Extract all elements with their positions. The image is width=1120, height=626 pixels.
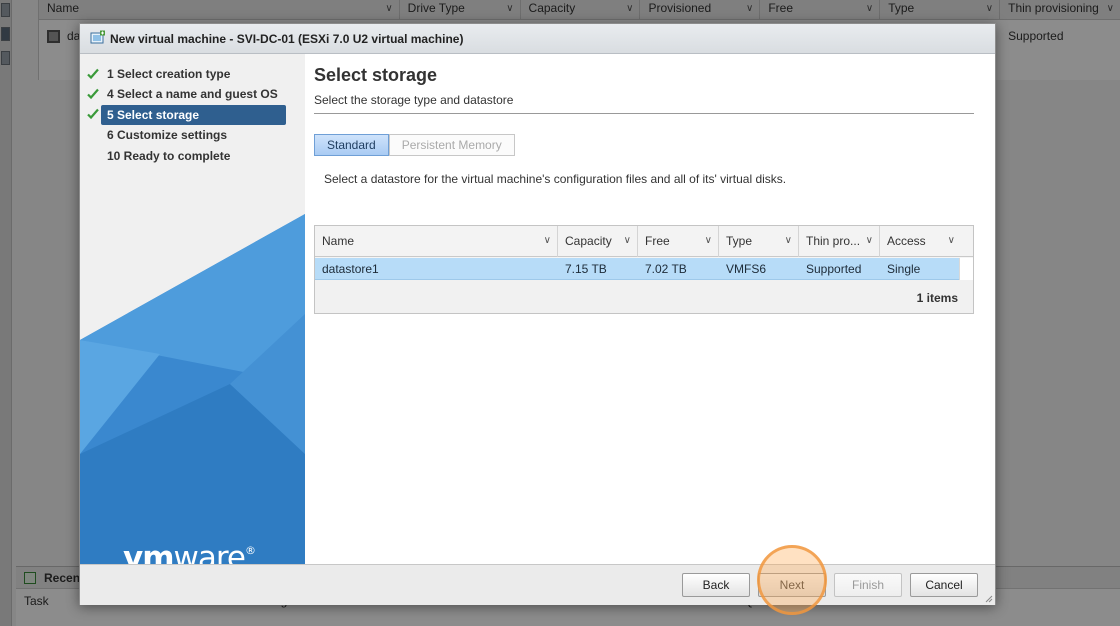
tab-persistent-memory[interactable]: Persistent Memory (388, 134, 515, 156)
chevron-down-icon: ∨ (623, 235, 631, 246)
check-icon (87, 88, 99, 100)
dialog-title-bar[interactable]: New virtual machine - SVI-DC-01 (ESXi 7.… (80, 24, 995, 54)
table-scrollbar-gutter (959, 258, 973, 280)
datastore-access-cell: Single (887, 262, 921, 276)
datastore-free-cell: 7.02 TB (645, 262, 687, 276)
wizard-step-select-creation-type[interactable]: 1 Select creation type (101, 64, 286, 84)
datastore-table-header: Name ∨ Capacity ∨ Free ∨ Type ∨ Thin pro... ∨… (315, 226, 973, 257)
table-row[interactable]: datastore1 7.15 TB 7.02 TB VMFS6 Support… (315, 258, 959, 280)
column-header-thin-provisioning[interactable]: Thin pro... ∨ (799, 226, 880, 257)
finish-button[interactable]: Finish (834, 573, 902, 597)
back-button[interactable]: Back (682, 573, 750, 597)
wizard-step-ready-to-complete[interactable]: 10 Ready to complete (101, 146, 286, 166)
wizard-step-select-storage[interactable]: 5 Select storage (101, 105, 286, 125)
datastore-table: Name ∨ Capacity ∨ Free ∨ Type ∨ Thin pro... ∨… (314, 225, 974, 314)
wizard-step-customize-settings[interactable]: 6 Customize settings (101, 125, 286, 145)
resize-grip-icon[interactable] (985, 595, 993, 603)
dialog-footer: Back Next Finish Cancel (80, 564, 995, 605)
cancel-button[interactable]: Cancel (910, 573, 978, 597)
item-count: 1 items (916, 291, 958, 305)
datastore-capacity-cell: 7.15 TB (565, 262, 607, 276)
column-header-capacity[interactable]: Capacity ∨ (558, 226, 638, 257)
datastore-name-cell: datastore1 (322, 262, 379, 276)
datastore-table-footer: 1 items (315, 280, 973, 313)
wizard-steps-sidebar: 1 Select creation type 4 Select a name a… (80, 54, 305, 564)
chevron-down-icon: ∨ (543, 235, 551, 246)
datastore-help-text: Select a datastore for the virtual machi… (324, 172, 787, 186)
wizard-content: Select storage Select the storage type a… (305, 54, 995, 564)
column-header-access[interactable]: Access ∨ (880, 226, 973, 257)
datastore-type-cell: VMFS6 (726, 262, 767, 276)
storage-type-tabs: Standard Persistent Memory (314, 134, 515, 156)
wizard-step-select-name-guest-os[interactable]: 4 Select a name and guest OS (101, 84, 286, 104)
column-header-free[interactable]: Free ∨ (638, 226, 719, 257)
chevron-down-icon: ∨ (784, 235, 792, 246)
page-subtitle: Select the storage type and datastore (314, 93, 514, 107)
new-vm-wizard-dialog: New virtual machine - SVI-DC-01 (ESXi 7.… (79, 23, 996, 605)
click-highlight-marker (757, 545, 827, 615)
dialog-title: New virtual machine - SVI-DC-01 (ESXi 7.… (110, 32, 464, 46)
column-header-name[interactable]: Name ∨ (315, 226, 558, 257)
chevron-down-icon: ∨ (947, 235, 955, 246)
chevron-down-icon: ∨ (865, 235, 873, 246)
datastore-thin-cell: Supported (806, 262, 862, 276)
chevron-down-icon: ∨ (704, 235, 712, 246)
check-icon (87, 68, 99, 80)
check-icon (87, 108, 99, 120)
tab-standard[interactable]: Standard (314, 134, 389, 156)
new-vm-icon (90, 30, 105, 44)
vmware-logo: vmware® (123, 540, 256, 564)
divider (314, 113, 974, 114)
page-title: Select storage (314, 65, 438, 85)
column-header-type[interactable]: Type ∨ (719, 226, 799, 257)
